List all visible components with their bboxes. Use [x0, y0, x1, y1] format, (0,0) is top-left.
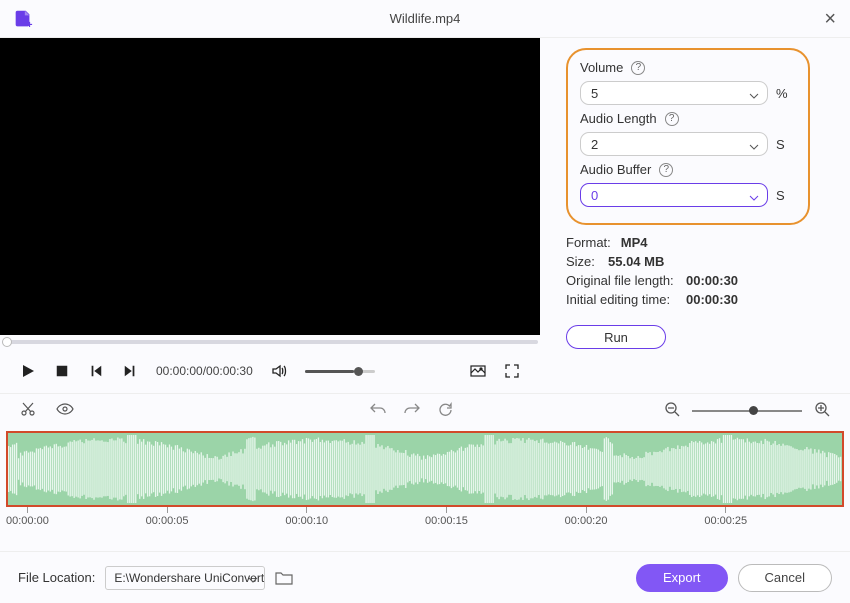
orig-length-label: Original file length: — [566, 273, 676, 288]
volume-icon[interactable] — [271, 363, 287, 379]
volume-unit: % — [776, 86, 790, 101]
chevron-down-icon — [749, 91, 759, 101]
app-logo-icon: + — [12, 8, 34, 30]
audio-buffer-combo[interactable]: 0 — [580, 183, 768, 207]
ruler-tick: 00:00:00 — [6, 507, 49, 527]
audio-length-unit: S — [776, 137, 790, 152]
play-icon[interactable] — [20, 363, 36, 379]
audio-buffer-unit: S — [776, 188, 790, 203]
cut-icon[interactable] — [20, 401, 36, 420]
next-frame-icon[interactable] — [122, 363, 138, 379]
chevron-down-icon — [248, 575, 258, 585]
redo-icon[interactable] — [404, 402, 420, 420]
orig-length-value: 00:00:30 — [686, 273, 738, 288]
fullscreen-icon[interactable] — [504, 363, 520, 379]
help-icon[interactable]: ? — [659, 163, 673, 177]
video-preview — [0, 38, 540, 335]
undo-icon[interactable] — [370, 402, 386, 420]
ruler-tick: 00:00:05 — [146, 507, 189, 527]
audio-waveform[interactable] — [6, 431, 844, 507]
chevron-down-icon — [749, 193, 759, 203]
close-icon[interactable]: × — [824, 8, 836, 31]
zoom-out-icon[interactable] — [664, 401, 680, 420]
ruler-tick: 00:00:15 — [425, 507, 468, 527]
audio-length-combo[interactable]: 2 — [580, 132, 768, 156]
zoom-slider[interactable] — [692, 410, 802, 412]
svg-text:+: + — [27, 20, 33, 30]
audio-buffer-label: Audio Buffer — [580, 162, 651, 177]
cancel-button[interactable]: Cancel — [738, 564, 832, 592]
format-value: MP4 — [621, 235, 648, 250]
format-label: Format: — [566, 235, 611, 250]
window-title: Wildlife.mp4 — [390, 11, 461, 26]
size-label: Size: — [566, 254, 598, 269]
volume-slider[interactable] — [305, 370, 375, 373]
init-time-label: Initial editing time: — [566, 292, 676, 307]
time-display: 00:00:00/00:00:30 — [156, 364, 253, 378]
run-button[interactable]: Run — [566, 325, 666, 349]
help-icon[interactable]: ? — [665, 112, 679, 126]
zoom-in-icon[interactable] — [814, 401, 830, 420]
video-progress[interactable] — [0, 335, 540, 349]
init-time-value: 00:00:30 — [686, 292, 738, 307]
audio-settings-group: Volume? 5 % Audio Length? 2 S Audio Buff… — [566, 48, 810, 225]
preview-icon[interactable] — [56, 403, 74, 418]
export-button[interactable]: Export — [636, 564, 728, 592]
ruler-tick: 00:00:10 — [285, 507, 328, 527]
prev-frame-icon[interactable] — [88, 363, 104, 379]
snapshot-icon[interactable] — [470, 363, 486, 379]
browse-folder-icon[interactable] — [275, 570, 293, 586]
audio-length-label: Audio Length — [580, 111, 657, 126]
stop-icon[interactable] — [54, 363, 70, 379]
ruler-tick: 00:00:25 — [704, 507, 747, 527]
help-icon[interactable]: ? — [631, 61, 645, 75]
ruler-tick: 00:00:20 — [565, 507, 608, 527]
volume-label: Volume — [580, 60, 623, 75]
volume-combo[interactable]: 5 — [580, 81, 768, 105]
timeline-ruler: 00:00:00 00:00:05 00:00:10 00:00:15 00:00:20… — [6, 507, 844, 531]
file-location-label: File Location: — [18, 570, 95, 585]
file-location-combo[interactable]: E:\Wondershare UniConverter — [105, 566, 265, 590]
refresh-icon[interactable] — [438, 402, 453, 420]
size-value: 55.04 MB — [608, 254, 664, 269]
chevron-down-icon — [749, 142, 759, 152]
